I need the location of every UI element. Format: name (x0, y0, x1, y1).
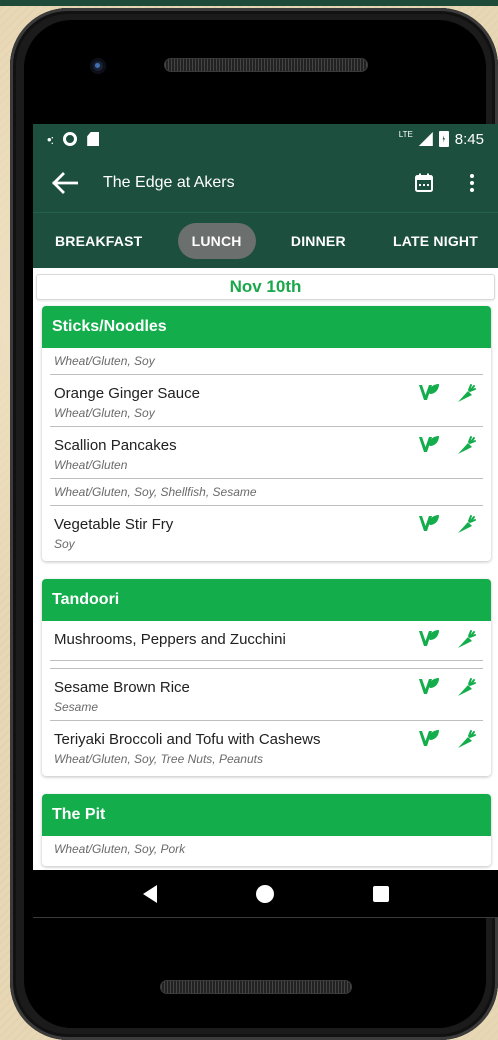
diet-icons (417, 621, 479, 651)
menu-item-text: Wheat/Gluten, Soy, Pork (54, 836, 479, 862)
diet-icons (417, 669, 479, 699)
menu-item-text: Mushrooms, Peppers and Zucchini (54, 621, 417, 660)
station-card: Sticks/Noodles Wheat/Gluten, Soy Orange Gi… (42, 306, 491, 561)
station-items: Wheat/Gluten, Soy, Pork (42, 836, 491, 866)
menu-item[interactable]: Scallion Pancakes Wheat/Gluten (50, 427, 483, 479)
menu-item-allergens: Wheat/Gluten, Soy, Shellfish, Sesame (54, 485, 257, 499)
menu-item-text: Scallion Pancakes Wheat/Gluten (54, 427, 417, 478)
station-items: Wheat/Gluten, Soy Orange Ginger Sauce Whea… (42, 348, 491, 561)
menu-item[interactable]: Vegetable Stir Fry Soy (50, 506, 483, 557)
menu-item-allergens: Wheat/Gluten (54, 458, 128, 472)
bottom-speaker (160, 980, 352, 994)
date-header: Nov 10th (36, 274, 495, 300)
vegetarian-icon (417, 727, 441, 751)
vegan-carrot-icon (455, 512, 479, 536)
vegan-carrot-icon (455, 675, 479, 699)
vegan-carrot-icon (455, 627, 479, 651)
station-items: Mushrooms, Peppers and Zucchini Sesame Br… (42, 621, 491, 776)
circle-notification-icon (63, 132, 78, 146)
diet-icons (417, 721, 479, 751)
menu-item-name: Scallion Pancakes (54, 437, 177, 454)
menu-item[interactable]: Mushrooms, Peppers and Zucchini (50, 621, 483, 661)
cast-icon: •: (47, 131, 54, 147)
back-arrow-icon[interactable] (45, 163, 85, 203)
menu-item-text: Wheat/Gluten, Soy (54, 348, 479, 374)
location-title: The Edge at Akers (103, 174, 235, 191)
nav-back-icon[interactable] (142, 884, 157, 903)
menu-item[interactable]: Wheat/Gluten, Soy, Shellfish, Sesame (50, 479, 483, 506)
menu-sections: Sticks/Noodles Wheat/Gluten, Soy Orange Gi… (36, 306, 495, 866)
vegetarian-icon (417, 381, 441, 405)
menu-item[interactable]: Sesame Brown Rice Sesame (50, 669, 483, 721)
battery-charging-icon (438, 131, 449, 147)
vegan-carrot-icon (455, 381, 479, 405)
menu-item-allergens: Wheat/Gluten, Soy (54, 406, 155, 420)
menu-item-text: Teriyaki Broccoli and Tofu with Cashews W… (54, 721, 417, 772)
meal-tabs: BREAKFAST LUNCH DINNER LATE NIGHT (33, 212, 498, 268)
menu-item-allergens: Wheat/Gluten, Soy, Pork (54, 842, 186, 856)
menu-item-text: Sesame Brown Rice Sesame (54, 669, 417, 720)
menu-item-allergens: Wheat/Gluten, Soy (54, 354, 155, 368)
nav-recents-icon[interactable] (372, 885, 389, 902)
vegan-carrot-icon (455, 433, 479, 457)
station-title: The Pit (42, 794, 491, 836)
station-title: Tandoori (42, 579, 491, 621)
app-bar: The Edge at Akers (33, 154, 498, 212)
menu-item-name: Sesame Brown Rice (54, 679, 190, 696)
earpiece-speaker (164, 58, 368, 72)
app-screen: •: LTE 8:45 The Edge at Akers BREAKFAST … (33, 124, 498, 870)
diet-icons (417, 427, 479, 457)
tab-lunch[interactable]: LUNCH (177, 222, 256, 259)
diet-icons (417, 506, 479, 536)
signal-icon (418, 132, 433, 146)
station-card: Tandoori Mushrooms, Peppers and Zucchini S… (42, 579, 491, 776)
menu-item-allergens: Wheat/Gluten, Soy, Tree Nuts, Peanuts (54, 752, 263, 766)
background-top-strip (0, 0, 498, 6)
vegetarian-icon (417, 675, 441, 699)
menu-item[interactable] (50, 661, 483, 669)
vegan-carrot-icon (455, 727, 479, 751)
tab-late-night[interactable]: LATE NIGHT (381, 223, 490, 259)
vegetarian-icon (417, 627, 441, 651)
station-title: Sticks/Noodles (42, 306, 491, 348)
android-nav-bar (33, 870, 498, 918)
menu-item[interactable]: Teriyaki Broccoli and Tofu with Cashews W… (50, 721, 483, 772)
diet-icons (417, 375, 479, 405)
menu-item-text: Vegetable Stir Fry Soy (54, 506, 417, 557)
menu-item-text: Wheat/Gluten, Soy, Shellfish, Sesame (54, 479, 479, 505)
sd-card-icon (87, 132, 100, 146)
menu-item[interactable]: Orange Ginger Sauce Wheat/Gluten, Soy (50, 375, 483, 427)
front-camera (90, 58, 106, 74)
menu-item-allergens: Soy (54, 537, 75, 551)
menu-item-text: Orange Ginger Sauce Wheat/Gluten, Soy (54, 375, 417, 426)
menu-content[interactable]: Nov 10th Sticks/Noodles Wheat/Gluten, Soy… (33, 268, 498, 866)
menu-item-name: Mushrooms, Peppers and Zucchini (54, 631, 286, 648)
menu-item-allergens: Sesame (54, 700, 99, 714)
menu-item-name: Vegetable Stir Fry (54, 516, 174, 533)
tab-dinner[interactable]: DINNER (279, 223, 358, 259)
clock: 8:45 (454, 130, 484, 148)
menu-item[interactable]: Wheat/Gluten, Soy (50, 348, 483, 375)
status-bar: •: LTE 8:45 (33, 124, 498, 154)
vegetarian-icon (417, 433, 441, 457)
nav-home-icon[interactable] (255, 884, 274, 903)
more-options-icon[interactable] (462, 172, 482, 194)
vegetarian-icon (417, 512, 441, 536)
tab-breakfast[interactable]: BREAKFAST (43, 223, 154, 259)
menu-item[interactable]: Wheat/Gluten, Soy, Pork (50, 836, 483, 862)
calendar-icon[interactable] (414, 173, 434, 193)
lte-label: LTE (398, 129, 413, 139)
station-card: The Pit Wheat/Gluten, Soy, Pork (42, 794, 491, 866)
menu-item-name: Orange Ginger Sauce (54, 385, 200, 402)
menu-item-name: Teriyaki Broccoli and Tofu with Cashews (54, 731, 321, 748)
